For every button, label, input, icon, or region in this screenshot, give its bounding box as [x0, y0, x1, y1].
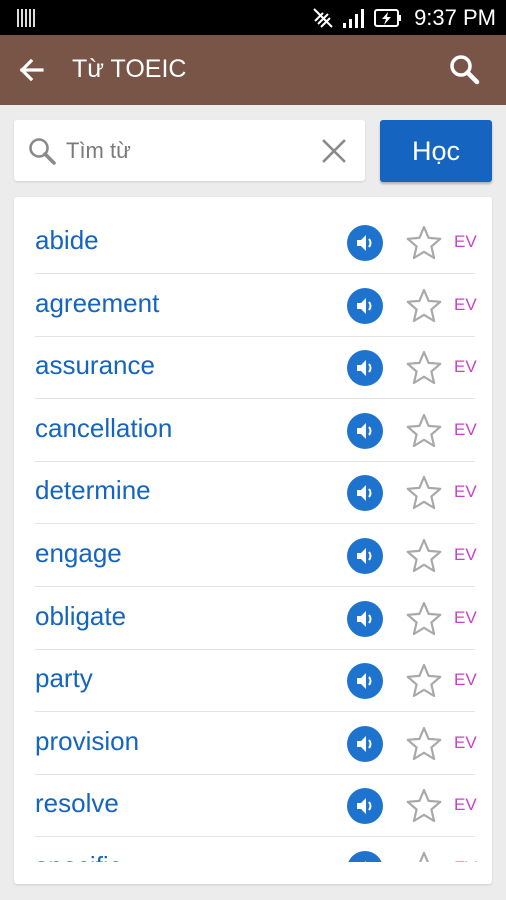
dictionary-badge: EV: [454, 732, 477, 752]
dictionary-badge: EV: [454, 545, 477, 564]
list-item[interactable]: obligate EV: [35, 587, 477, 650]
list-item[interactable]: resolve EV: [35, 774, 477, 838]
speaker-icon: [357, 673, 372, 690]
word-label[interactable]: resolve: [35, 788, 119, 819]
dictionary-badge: EV: [454, 795, 477, 815]
word-label[interactable]: party: [35, 663, 93, 694]
speaker-icon: [357, 235, 372, 251]
speaker-button[interactable]: [347, 538, 383, 574]
star-icon: [406, 225, 442, 260]
favorite-button[interactable]: [405, 224, 443, 262]
barcode-icon: [17, 9, 35, 27]
star-icon: [406, 288, 442, 322]
speaker-button[interactable]: [347, 225, 383, 261]
dictionary-badge: EV: [454, 858, 477, 862]
speaker-icon: [357, 798, 372, 815]
speaker-icon: [357, 610, 372, 627]
battery-charging-icon: [374, 8, 402, 27]
word-label[interactable]: determine: [35, 475, 151, 506]
dictionary-badge: EV: [454, 294, 477, 314]
speaker-icon: [365, 861, 366, 862]
word-label[interactable]: cancellation: [35, 413, 172, 444]
favorite-button[interactable]: [405, 349, 443, 387]
close-icon[interactable]: [319, 136, 349, 166]
dictionary-badge: EV: [454, 607, 477, 627]
word-label[interactable]: specific: [35, 851, 122, 862]
search-input[interactable]: [66, 134, 306, 168]
signal-icon: [343, 8, 365, 28]
word-label[interactable]: obligate: [35, 601, 126, 632]
dictionary-badge: EV: [454, 482, 477, 502]
speaker-button[interactable]: [347, 725, 383, 762]
search-field: [14, 120, 365, 181]
speaker-icon: [357, 485, 372, 502]
back-arrow-icon: [19, 58, 44, 82]
speaker-button[interactable]: [347, 788, 383, 825]
back-button[interactable]: [14, 52, 50, 88]
favorite-button[interactable]: [405, 412, 443, 450]
speaker-button[interactable]: [347, 475, 383, 512]
speaker-button[interactable]: [347, 600, 383, 637]
favorite-button[interactable]: [405, 287, 443, 325]
speaker-button[interactable]: [347, 663, 383, 700]
mute-icon: [313, 7, 333, 28]
speaker-icon: [357, 422, 372, 439]
speaker-icon: [357, 735, 372, 752]
status-bar: 9:37 PM: [0, 0, 506, 35]
star-icon: [406, 538, 442, 573]
dictionary-badge: EV: [454, 357, 477, 377]
list-item[interactable]: provision EV: [35, 712, 477, 775]
speaker-icon: [357, 297, 372, 314]
list-item[interactable]: assurance EV: [35, 336, 477, 400]
list-item[interactable]: determine EV: [35, 461, 477, 525]
speaker-button[interactable]: [347, 851, 383, 862]
list-item[interactable]: cancellation EV: [35, 399, 477, 462]
favorite-button[interactable]: [405, 662, 443, 700]
star-icon: [406, 789, 442, 823]
word-label[interactable]: provision: [35, 726, 139, 757]
list-item[interactable]: specific EV: [35, 837, 477, 862]
learn-button[interactable]: Học: [380, 120, 492, 182]
star-icon: [406, 726, 442, 760]
favorite-button[interactable]: [405, 725, 443, 763]
list-item[interactable]: abide EV: [35, 211, 477, 274]
word-label[interactable]: assurance: [35, 350, 155, 381]
star-icon: [406, 664, 442, 698]
star-icon: [406, 476, 442, 510]
speaker-button[interactable]: [347, 350, 383, 387]
word-label[interactable]: agreement: [35, 288, 159, 319]
favorite-button[interactable]: [405, 850, 443, 862]
app-bar: Từ TOEIC: [0, 35, 506, 105]
search-button[interactable]: [448, 53, 482, 87]
star-icon: [406, 351, 442, 385]
list-item[interactable]: party EV: [35, 649, 477, 713]
speaker-button[interactable]: [347, 287, 383, 324]
dictionary-badge: EV: [454, 419, 477, 439]
list-item[interactable]: engage EV: [35, 524, 477, 587]
speaker-icon: [357, 548, 372, 564]
search-icon: [29, 138, 56, 165]
speaker-button[interactable]: [347, 412, 383, 449]
dictionary-badge: EV: [454, 670, 477, 690]
search-icon: [450, 55, 480, 85]
star-icon: [406, 601, 442, 635]
word-list: abide EV agreement EV assurance EV cance…: [14, 197, 492, 884]
dictionary-badge: EV: [454, 232, 477, 251]
favorite-button[interactable]: [405, 474, 443, 512]
word-label[interactable]: abide: [35, 225, 99, 256]
list-item[interactable]: agreement EV: [35, 274, 477, 337]
page-title: Từ TOEIC: [72, 55, 187, 83]
status-time: 9:37 PM: [414, 4, 496, 30]
star-icon: [419, 851, 429, 862]
speaker-icon: [357, 360, 372, 377]
star-icon: [406, 413, 442, 447]
word-label[interactable]: engage: [35, 538, 122, 569]
favorite-button[interactable]: [405, 787, 443, 825]
favorite-button[interactable]: [405, 600, 443, 638]
favorite-button[interactable]: [405, 537, 443, 575]
